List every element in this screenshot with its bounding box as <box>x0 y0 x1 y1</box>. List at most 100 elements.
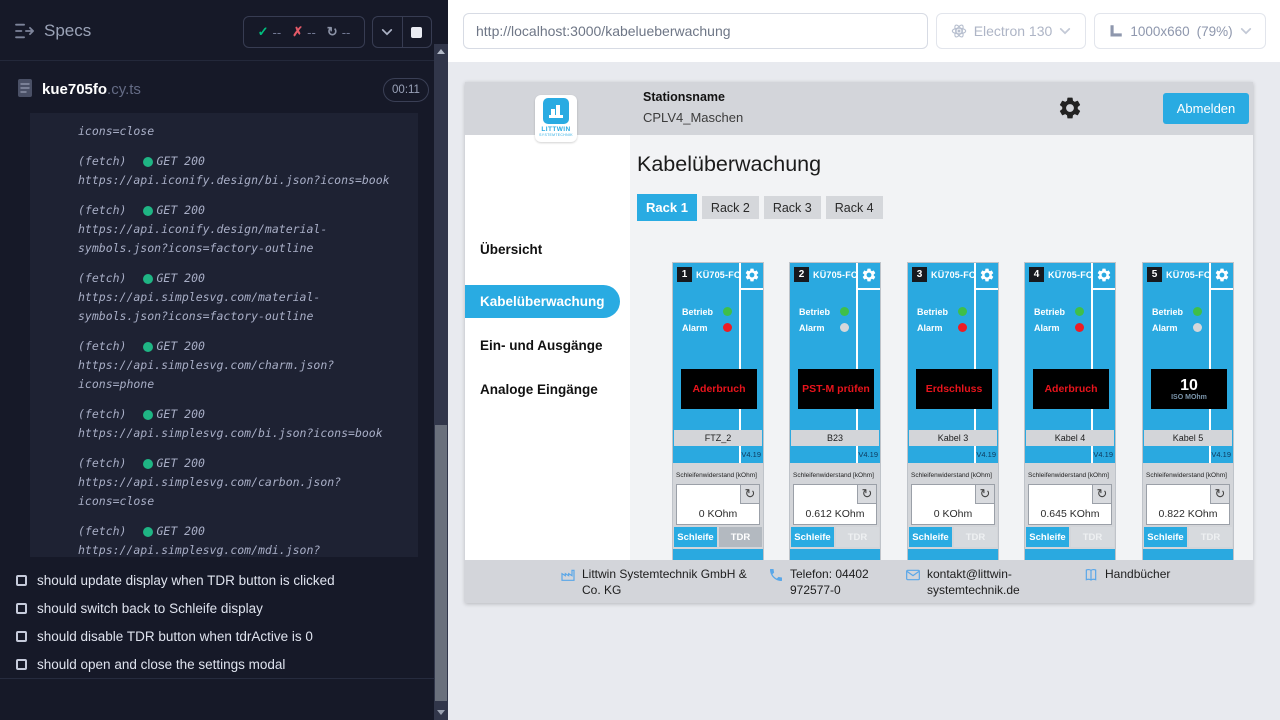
log-url: https://api.simplesvg.com/carbon.json?ic… <box>78 473 402 511</box>
measurement-section: Schleifenwiderstand [kOhm] ↻ 0 KOhm Schl… <box>673 463 763 549</box>
value-display: ↻ 0.645 KOhm <box>1028 484 1112 525</box>
logout-button[interactable]: Abmelden <box>1163 93 1249 124</box>
viewport-zoom: (79%) <box>1197 24 1233 39</box>
alarm-label: Alarm <box>799 323 825 333</box>
status-text: PST-M prüfen <box>802 383 870 395</box>
tab-rack-3[interactable]: Rack 3 <box>764 196 821 219</box>
log-status: GET 200 <box>156 152 204 171</box>
log-method: (fetch) <box>78 337 126 356</box>
network-log-entry[interactable]: (fetch)GET 200 https://api.simplesvg.com… <box>78 269 402 326</box>
device-model: KÜ705-FO <box>813 270 858 280</box>
measurement-value: 0 KOhm <box>677 508 759 520</box>
card-settings-gear-icon[interactable] <box>744 267 760 283</box>
schleife-button[interactable]: Schleife <box>791 527 834 547</box>
alarm-led-off <box>840 323 849 332</box>
stat-running: ↻-- <box>327 24 351 40</box>
schleife-button[interactable]: Schleife <box>909 527 952 547</box>
measurement-label: Schleifenwiderstand [kOhm] <box>1146 472 1227 479</box>
footer-manuals[interactable]: Handbücher <box>1083 566 1170 583</box>
tdr-button[interactable]: TDR <box>1071 527 1114 547</box>
app-under-test: Stationsname CPLV4_Maschen Abmelden LITT… <box>465 82 1253 603</box>
network-log-entry[interactable]: (fetch)GET 200 https://api.iconify.desig… <box>78 152 402 190</box>
specs-menu-icon[interactable] <box>14 22 36 40</box>
sidebar-item-kabelueberwachung[interactable]: Kabelüberwachung <box>465 285 620 318</box>
network-log-entry[interactable]: (fetch)GET 200 https://api.simplesvg.com… <box>78 522 402 557</box>
refresh-icon[interactable]: ↻ <box>975 485 994 504</box>
cable-name: Kabel 3 <box>909 430 997 446</box>
status-dot-icon <box>143 157 153 167</box>
device-model: KÜ705-FO <box>1166 270 1211 280</box>
value-display: ↻ 0 KOhm <box>676 484 760 525</box>
stop-button[interactable] <box>402 17 432 47</box>
status-dot-icon <box>143 342 153 352</box>
measurement-value: 0.612 KOhm <box>794 508 876 520</box>
status-display: Erdschluss <box>916 369 992 409</box>
sidebar-item-analoge-eingaenge[interactable]: Analoge Eingänge <box>465 375 630 405</box>
log-status: GET 200 <box>156 405 204 424</box>
network-log-entry[interactable]: (fetch)GET 200 https://api.simplesvg.com… <box>78 405 402 443</box>
tab-rack-1[interactable]: Rack 1 <box>637 194 697 221</box>
measurement-section: Schleifenwiderstand [kOhm] ↻ 0.822 KOhm … <box>1143 463 1233 549</box>
spec-timer: 00:11 <box>383 78 429 102</box>
network-log-entry[interactable]: (fetch)GET 200 https://api.simplesvg.com… <box>78 337 402 394</box>
iso-value: 10 <box>1180 377 1198 394</box>
tdr-button[interactable]: TDR <box>954 527 997 547</box>
alarm-label: Alarm <box>1034 323 1060 333</box>
sidebar-item-uebersicht[interactable]: Übersicht <box>465 235 630 265</box>
card-settings-gear-icon[interactable] <box>861 267 877 283</box>
test-pending-icon <box>16 603 27 614</box>
firmware-version: V4.19 <box>966 450 996 459</box>
footer-email[interactable]: kontakt@littwin-systemtechnik.de <box>905 566 1045 598</box>
tab-rack-2[interactable]: Rack 2 <box>702 196 759 219</box>
betrieb-led-green <box>1075 307 1084 316</box>
measurement-section: Schleifenwiderstand [kOhm] ↻ 0.612 KOhm … <box>790 463 880 549</box>
measurement-value: 0.645 KOhm <box>1029 508 1111 520</box>
url-input[interactable] <box>463 13 928 49</box>
divider <box>858 288 880 290</box>
browser-select[interactable]: Electron 130 <box>936 13 1086 49</box>
spec-file-icon <box>17 78 33 98</box>
station-label: Stationsname <box>643 90 725 104</box>
log-url: https://api.simplesvg.com/bi.json?icons=… <box>78 424 402 443</box>
firmware-version: V4.19 <box>848 450 878 459</box>
test-item[interactable]: should disable TDR button when tdrActive… <box>16 622 426 650</box>
betrieb-label: Betrieb <box>682 307 713 317</box>
tdr-button[interactable]: TDR <box>719 527 762 547</box>
network-log-entry[interactable]: (fetch)GET 200 https://api.iconify.desig… <box>78 201 402 258</box>
card-settings-gear-icon[interactable] <box>1214 267 1230 283</box>
tdr-button[interactable]: TDR <box>1189 527 1232 547</box>
test-item[interactable]: should open and close the settings modal <box>16 650 426 678</box>
refresh-icon[interactable]: ↻ <box>740 485 759 504</box>
viewport-select[interactable]: 1000x660 (79%) <box>1094 13 1266 49</box>
card-settings-gear-icon[interactable] <box>979 267 995 283</box>
network-log-entry[interactable]: icons=close <box>78 122 402 141</box>
test-item[interactable]: should update display when TDR button is… <box>16 566 426 594</box>
scrollbar-thumb[interactable] <box>435 425 447 701</box>
card-settings-gear-icon[interactable] <box>1096 267 1112 283</box>
schleife-button[interactable]: Schleife <box>1144 527 1187 547</box>
scrollbar-track[interactable] <box>434 44 448 720</box>
schleife-button[interactable]: Schleife <box>1026 527 1069 547</box>
scroll-up-arrow-icon[interactable] <box>437 49 445 54</box>
test-title: should open and close the settings modal <box>37 657 285 672</box>
settings-gear-icon[interactable] <box>1057 95 1083 121</box>
refresh-icon[interactable]: ↻ <box>857 485 876 504</box>
spec-row[interactable]: kue705fo.cy.ts 00:11 <box>0 72 434 108</box>
value-display: ↻ 0.612 KOhm <box>793 484 877 525</box>
measurement-label: Schleifenwiderstand [kOhm] <box>793 472 874 479</box>
app-sidebar: Übersicht Kabelüberwachung Ein- und Ausg… <box>465 135 630 560</box>
tdr-button[interactable]: TDR <box>836 527 879 547</box>
collapse-button[interactable] <box>373 17 402 47</box>
refresh-icon[interactable]: ↻ <box>1210 485 1229 504</box>
sidebar-item-ein-und-ausgaenge[interactable]: Ein- und Ausgänge <box>465 331 630 361</box>
scroll-down-arrow-icon[interactable] <box>437 710 445 715</box>
log-url: https://api.iconify.design/bi.json?icons… <box>78 171 402 190</box>
log-status: GET 200 <box>156 454 204 473</box>
test-item[interactable]: should switch back to Schleife display <box>16 594 426 622</box>
schleife-button[interactable]: Schleife <box>674 527 717 547</box>
status-dot-icon <box>143 274 153 284</box>
tab-rack-4[interactable]: Rack 4 <box>826 196 883 219</box>
refresh-icon[interactable]: ↻ <box>1092 485 1111 504</box>
network-log-entry[interactable]: (fetch)GET 200 https://api.simplesvg.com… <box>78 454 402 511</box>
log-status: GET 200 <box>156 201 204 220</box>
